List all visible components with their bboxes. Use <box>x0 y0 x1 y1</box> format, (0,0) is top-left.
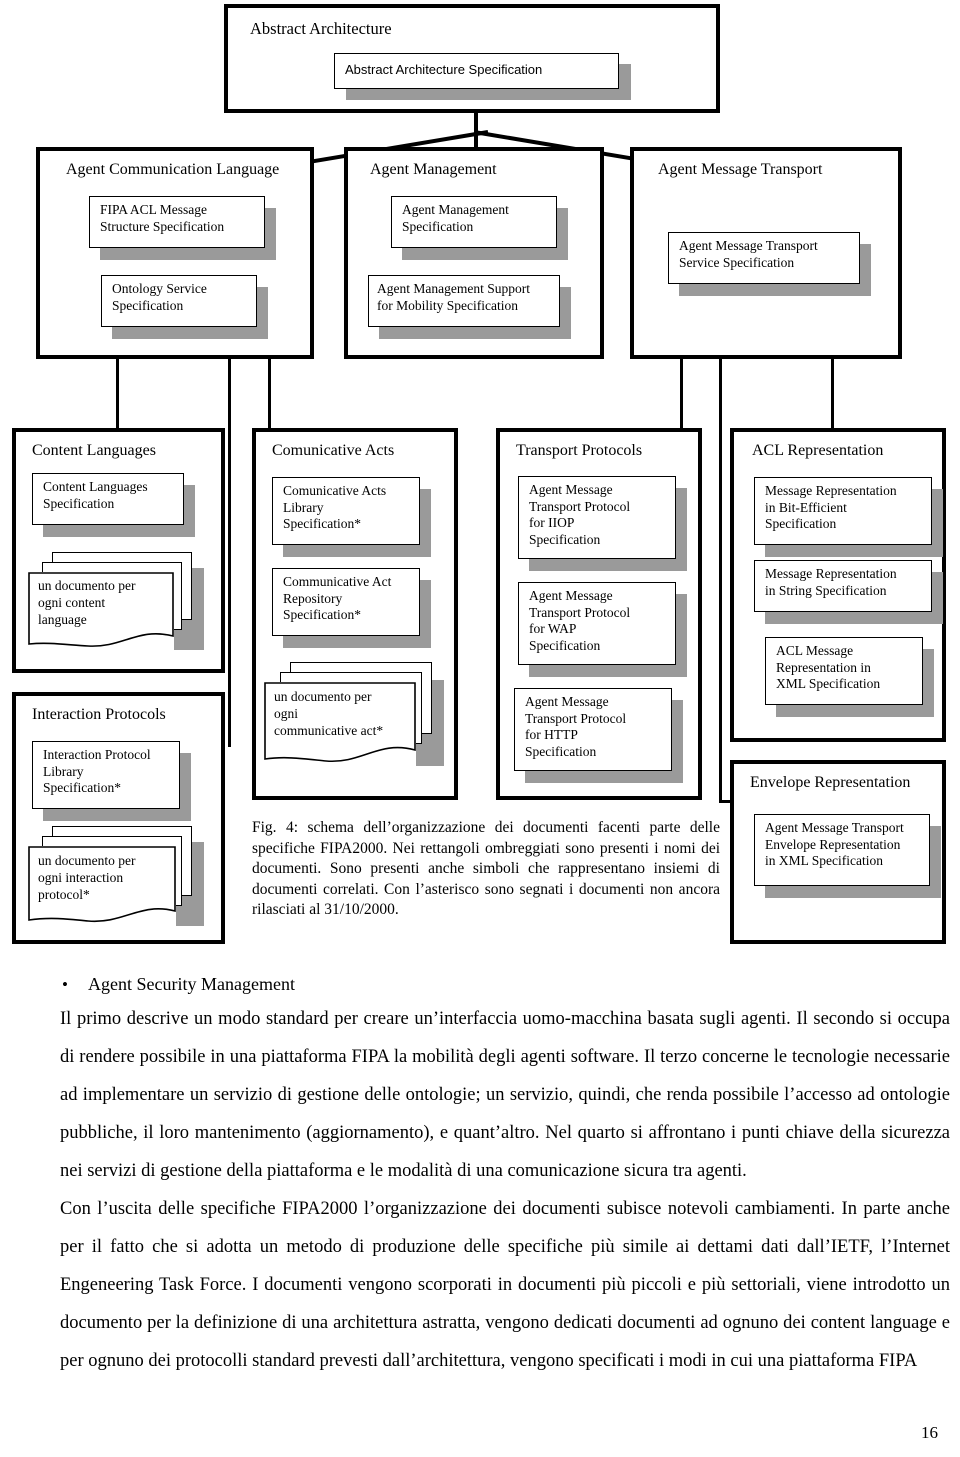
group-transport-protocols: Transport Protocols Agent Message Transp… <box>496 428 702 800</box>
stack-label: un documento per ogni content language <box>38 578 136 627</box>
doc-amt-protocol-http-specification: Agent Message Transport Protocol for HTT… <box>514 688 672 771</box>
doc-message-representation-bit-efficient: Message Representation in Bit-Efficient … <box>754 477 932 545</box>
connector-acl-to-content-languages <box>116 359 119 433</box>
stack-content-language-documents: un documento per ogni content language <box>24 550 206 655</box>
doc-ontology-service-specification: Ontology Service Specification <box>101 275 257 327</box>
doc-label: Abstract Architecture Specification <box>345 62 543 77</box>
group-content-languages: Content Languages Content Languages Spec… <box>12 428 225 673</box>
group-title-content-languages: Content Languages <box>32 442 156 459</box>
doc-fipa-acl-message-structure-specification: FIPA ACL Message Structure Specification <box>89 196 265 248</box>
paragraph-2: Con l’uscita delle specifiche FIPA2000 l… <box>60 1199 950 1371</box>
group-title-agent-communication-language: Agent Communication Language <box>66 161 280 178</box>
doc-communicative-act-repository-specification: Communicative Act Repository Specificati… <box>272 568 420 636</box>
group-title-agent-management: Agent Management <box>370 161 497 178</box>
connector-acl-to-interaction-protocols <box>228 359 231 747</box>
stack-label: un documento per ogni interaction protoc… <box>38 853 136 902</box>
stack-communicative-act-documents: un documento per ogni communicative act* <box>260 660 450 780</box>
doc-amt-envelope-representation-xml: Agent Message Transport Envelope Represe… <box>754 814 930 886</box>
doc-acl-message-representation-xml: ACL Message Representation in XML Specif… <box>765 637 923 705</box>
group-title-abstract-architecture: Abstract Architecture <box>250 19 392 38</box>
group-comunicative-acts: Comunicative Acts Comunicative Acts Libr… <box>252 428 458 800</box>
paragraph-1: Il primo descrive un modo standard per c… <box>60 1009 950 1181</box>
group-title-envelope-representation: Envelope Representation <box>750 774 911 791</box>
figure-caption: Fig. 4: schema dell’organizzazione dei d… <box>252 819 720 918</box>
doc-interaction-protocol-library-specification: Interaction Protocol Library Specificati… <box>32 741 180 809</box>
connector-acl-to-comunicative-acts <box>268 359 271 433</box>
doc-amt-protocol-iiop-specification: Agent Message Transport Protocol for IIO… <box>518 476 676 559</box>
group-acl-representation: ACL Representation Message Representatio… <box>730 428 946 742</box>
group-abstract-architecture: Abstract Architecture Abstract Architect… <box>224 4 720 113</box>
group-title-acl-representation: ACL Representation <box>752 442 884 459</box>
connector-amt-to-acl-representation <box>831 359 834 433</box>
group-envelope-representation: Envelope Representation Agent Message Tr… <box>730 760 946 944</box>
group-title-transport-protocols: Transport Protocols <box>516 442 643 459</box>
stack-interaction-protocol-documents: un documento per ogni interaction protoc… <box>24 824 210 936</box>
group-interaction-protocols: Interaction Protocols Interaction Protoc… <box>12 692 225 944</box>
bullet-label: Agent Security Management <box>88 974 295 994</box>
group-agent-communication-language: Agent Communication Language FIPA ACL Me… <box>36 147 314 359</box>
group-title-comunicative-acts: Comunicative Acts <box>272 442 395 459</box>
bullet-agent-security-management: • Agent Security Management <box>62 972 562 997</box>
document-page: Abstract Architecture Abstract Architect… <box>0 0 960 1457</box>
doc-message-representation-string: Message Representation in String Specifi… <box>754 560 932 612</box>
connector-amt-to-envelope-representation <box>719 359 722 803</box>
doc-amt-protocol-wap-specification: Agent Message Transport Protocol for WAP… <box>518 582 676 665</box>
doc-abstract-architecture-specification: Abstract Architecture Specification <box>334 53 619 89</box>
group-title-agent-message-transport: Agent Message Transport <box>658 161 823 178</box>
connector-amt-to-transport-protocols <box>680 359 683 433</box>
group-agent-management: Agent Management Agent Management Specif… <box>344 147 604 359</box>
stack-label: un documento per ogni communicative act* <box>274 689 384 738</box>
bullet-dot-icon: • <box>62 975 68 994</box>
group-agent-message-transport: Agent Message Transport Agent Message Tr… <box>630 147 902 359</box>
doc-comunicative-acts-library-specification: Comunicative Acts Library Specification* <box>272 477 420 545</box>
doc-agent-management-support-for-mobility-specification: Agent Management Support for Mobility Sp… <box>368 275 560 327</box>
doc-agent-management-specification: Agent Management Specification <box>391 196 557 248</box>
doc-content-languages-specification: Content Languages Specification <box>32 473 184 525</box>
group-title-interaction-protocols: Interaction Protocols <box>32 706 166 723</box>
doc-agent-message-transport-service-specification: Agent Message Transport Service Specific… <box>668 232 860 284</box>
page-number: 16 <box>921 1423 938 1442</box>
